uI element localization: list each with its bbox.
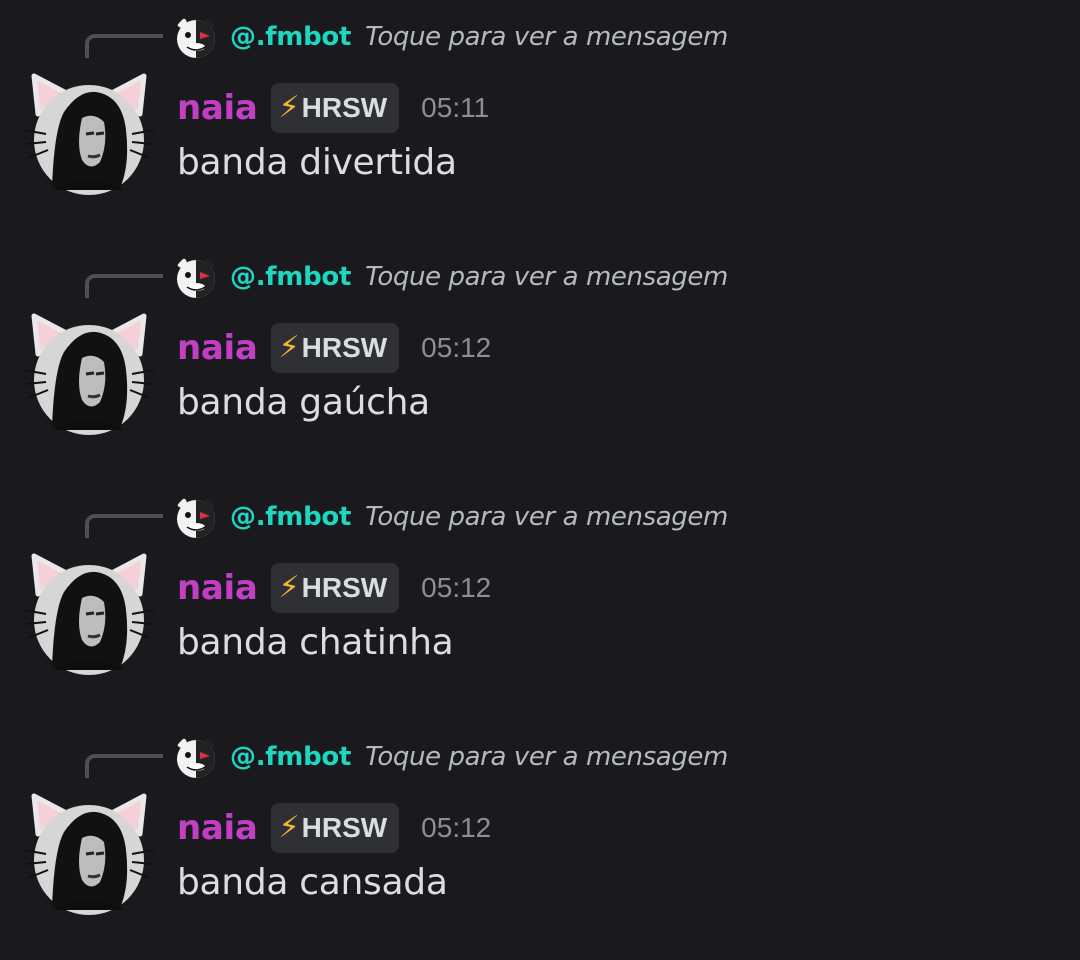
reply-author-name[interactable]: @.fmbot: [230, 22, 351, 52]
lightning-icon: ⚡: [278, 570, 300, 605]
message-text: banda cansada: [177, 862, 448, 903]
reply-author-avatar: [174, 15, 218, 59]
message-header: naia ⚡ HRSW 05:12: [177, 320, 491, 376]
reply-author-avatar: [174, 735, 218, 779]
server-tag[interactable]: ⚡ HRSW: [270, 803, 400, 853]
username[interactable]: naia: [177, 88, 258, 128]
server-tag[interactable]: ⚡ HRSW: [270, 563, 400, 613]
message[interactable]: @.fmbot Toque para ver a mensagem naia ⚡…: [0, 0, 1080, 240]
message-header: naia ⚡ HRSW 05:12: [177, 800, 491, 856]
timestamp: 05:12: [421, 812, 492, 843]
timestamp: 05:12: [421, 332, 492, 363]
reply-preview-text[interactable]: Toque para ver a mensagem: [365, 262, 728, 292]
message[interactable]: @.fmbot Toque para ver a mensagem naia ⚡…: [0, 480, 1080, 720]
reply-preview-text[interactable]: Toque para ver a mensagem: [365, 742, 728, 772]
lightning-icon: ⚡: [278, 810, 300, 845]
reply-author-name[interactable]: @.fmbot: [230, 262, 351, 292]
server-tag[interactable]: ⚡ HRSW: [270, 83, 400, 133]
lightning-icon: ⚡: [278, 330, 300, 365]
message[interactable]: @.fmbot Toque para ver a mensagem naia ⚡…: [0, 720, 1080, 960]
reply-reference[interactable]: @.fmbot Toque para ver a mensagem: [174, 734, 728, 780]
timestamp: 05:11: [421, 92, 490, 123]
reply-connector: [85, 514, 163, 538]
reply-author-name[interactable]: @.fmbot: [230, 502, 351, 532]
reply-reference[interactable]: @.fmbot Toque para ver a mensagem: [174, 14, 728, 60]
username[interactable]: naia: [177, 328, 258, 368]
avatar[interactable]: [24, 790, 154, 916]
message-text: banda gaúcha: [177, 382, 430, 423]
server-tag-label: HRSW: [301, 92, 388, 123]
message-text: banda chatinha: [177, 622, 454, 663]
username[interactable]: naia: [177, 568, 258, 608]
message-header: naia ⚡ HRSW 05:11: [177, 80, 489, 136]
message-text: banda divertida: [177, 142, 457, 183]
server-tag-label: HRSW: [301, 332, 388, 363]
reply-author-name[interactable]: @.fmbot: [230, 742, 351, 772]
message-header: naia ⚡ HRSW 05:12: [177, 560, 491, 616]
reply-connector: [85, 754, 163, 778]
avatar[interactable]: [24, 310, 154, 436]
message[interactable]: @.fmbot Toque para ver a mensagem naia ⚡…: [0, 240, 1080, 480]
reply-preview-text[interactable]: Toque para ver a mensagem: [365, 22, 728, 52]
server-tag[interactable]: ⚡ HRSW: [270, 323, 400, 373]
reply-reference[interactable]: @.fmbot Toque para ver a mensagem: [174, 254, 728, 300]
reply-reference[interactable]: @.fmbot Toque para ver a mensagem: [174, 494, 728, 540]
reply-author-avatar: [174, 495, 218, 539]
lightning-icon: ⚡: [278, 90, 300, 125]
reply-author-avatar: [174, 255, 218, 299]
avatar[interactable]: [24, 550, 154, 676]
reply-connector: [85, 34, 163, 58]
avatar[interactable]: [24, 70, 154, 196]
reply-connector: [85, 274, 163, 298]
timestamp: 05:12: [421, 572, 492, 603]
server-tag-label: HRSW: [301, 572, 388, 603]
server-tag-label: HRSW: [301, 812, 388, 843]
username[interactable]: naia: [177, 808, 258, 848]
reply-preview-text[interactable]: Toque para ver a mensagem: [365, 502, 728, 532]
